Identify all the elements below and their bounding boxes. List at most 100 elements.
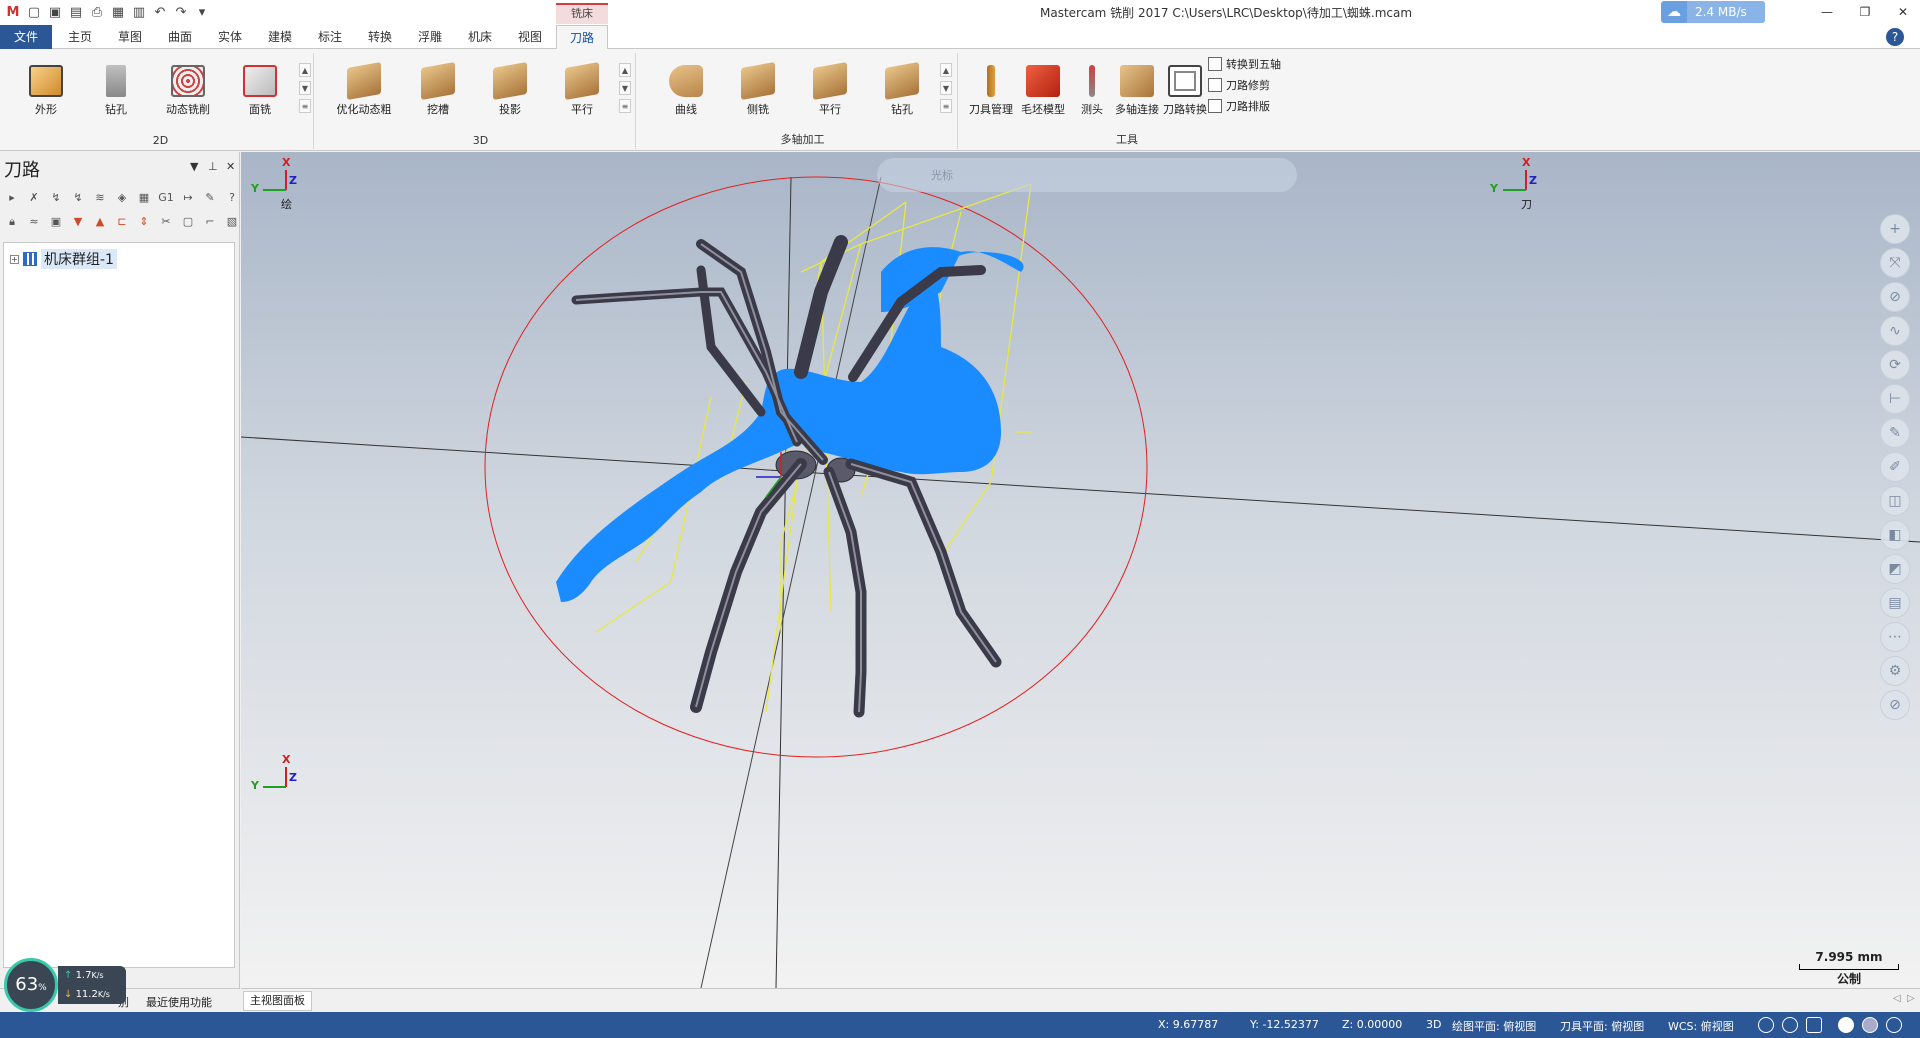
help-icon[interactable]: ? (1886, 28, 1904, 46)
restore-button[interactable]: ❐ (1850, 2, 1880, 22)
dynamic-mill-button[interactable]: 动态铣削 (158, 61, 218, 121)
gallery-ma-expand-arrow[interactable]: ≡ (940, 99, 952, 113)
move-down-icon[interactable]: ▼ (70, 214, 86, 230)
minimize-button[interactable]: — (1812, 2, 1842, 22)
globe-icon[interactable] (1758, 1017, 1774, 1033)
toggle-display-icon[interactable]: ≈ (26, 214, 42, 230)
backplot-icon[interactable]: ≋ (92, 190, 108, 206)
project-button[interactable]: 投影 (480, 61, 540, 121)
drill-2d-button[interactable]: 钻孔 (86, 61, 146, 121)
tab-relief[interactable]: 浮雕 (408, 25, 452, 49)
drill-multiaxis-button[interactable]: 钻孔 (872, 61, 932, 121)
tab-sketch[interactable]: 草图 (108, 25, 152, 49)
only-display-icon[interactable]: ✂ (158, 214, 174, 230)
tab-solids[interactable]: 实体 (208, 25, 252, 49)
show-selected-icon[interactable]: ▢ (180, 214, 196, 230)
simulate-icon[interactable]: ▦ (136, 190, 152, 206)
layers-tool-icon[interactable]: ◩ (1880, 554, 1910, 584)
toolpath-transform-button[interactable]: 刀路转换 (1158, 61, 1212, 121)
gallery-3d-expand-arrow[interactable]: ≡ (619, 99, 631, 113)
eraser-tool-icon[interactable]: ✐ (1880, 452, 1910, 482)
lock-icon[interactable]: 🔒︎ (4, 214, 20, 230)
undo-icon[interactable]: ↶ (151, 4, 169, 22)
cube-tool-icon[interactable]: ◧ (1880, 520, 1910, 550)
help-panel-icon[interactable]: ? (224, 190, 240, 206)
status-wcs[interactable]: WCS: 俯视图 (1668, 1018, 1734, 1034)
gallery-3d-down-arrow[interactable]: ▼ (619, 81, 631, 95)
regenerate-dirty-icon[interactable]: ↯ (70, 190, 86, 206)
save-as-icon[interactable]: ▦ (109, 4, 127, 22)
tab-scroll-left-icon[interactable]: ◁ (1893, 993, 1901, 1004)
new-file-icon[interactable]: ▢ (25, 4, 43, 22)
select-failed-icon[interactable]: ✗ (26, 190, 42, 206)
tool-manager-button[interactable]: 刀具管理 (964, 61, 1018, 121)
save-icon[interactable]: ▣ (46, 4, 64, 22)
select-all-icon[interactable]: ▸ (4, 190, 20, 206)
panel-menu-icon[interactable]: ▼ (190, 160, 198, 173)
tree-node-machine-group[interactable]: + 机床群组-1 (10, 249, 117, 269)
tab-machine[interactable]: 机床 (458, 25, 502, 49)
close-button[interactable]: ✕ (1888, 2, 1918, 22)
tab-home[interactable]: 主页 (58, 25, 102, 49)
shading-icon[interactable] (1838, 1017, 1854, 1033)
curve-tool-icon[interactable]: ∿ (1880, 316, 1910, 346)
face-button[interactable]: 面铣 (230, 61, 290, 121)
regenerate-icon[interactable]: ↯ (48, 190, 64, 206)
curve-button[interactable]: 曲线 (656, 61, 716, 121)
wireframe-icon[interactable] (1862, 1017, 1878, 1033)
folder-icon[interactable]: ▥ (130, 4, 148, 22)
open-icon[interactable]: ▤ (67, 4, 85, 22)
stock-model-button[interactable]: 毛坯模型 (1016, 61, 1070, 121)
post-g1-icon[interactable]: G1 (158, 190, 174, 206)
convert-5axis-button[interactable]: 转换到五轴 (1208, 55, 1281, 73)
grid-tool-icon[interactable]: ⋯ (1880, 622, 1910, 652)
gallery-3d-up-arrow[interactable]: ▲ (619, 63, 631, 77)
redo-icon[interactable]: ↷ (172, 4, 190, 22)
status-tplane[interactable]: 刀具平面: 俯视图 (1560, 1018, 1644, 1034)
post-icon[interactable]: ↦ (180, 190, 196, 206)
toolpath-display-icon[interactable]: ▧ (224, 214, 240, 230)
graphics-viewport[interactable]: 光标 X Y Z 绘 X Y Z 刀 X Y Z 7.995 mm 公制 + ⤧… (241, 152, 1920, 988)
translucency-icon[interactable] (1886, 1017, 1902, 1033)
gallery-down-arrow[interactable]: ▼ (299, 81, 311, 95)
display-icon[interactable] (1806, 1017, 1822, 1033)
insert-arrow-icon[interactable]: ⊏ (114, 214, 130, 230)
gallery-ma-down-arrow[interactable]: ▼ (940, 81, 952, 95)
tab-scroll-right-icon[interactable]: ▷ (1907, 993, 1915, 1004)
opti-rough-button[interactable]: 优化动态粗 (334, 61, 394, 121)
verify-icon[interactable]: ◈ (114, 190, 130, 206)
tab-transform[interactable]: 转换 (358, 25, 402, 49)
tab-view[interactable]: 视图 (508, 25, 552, 49)
rotate-tool-icon[interactable]: ⟳ (1880, 350, 1910, 380)
gallery-ma-up-arrow[interactable]: ▲ (940, 63, 952, 77)
customize-qat-icon[interactable]: ▾ (193, 4, 211, 22)
circle-tool-icon[interactable]: ⊘ (1880, 282, 1910, 312)
gallery-expand-arrow[interactable]: ≡ (299, 99, 311, 113)
tab-surfaces[interactable]: 曲面 (158, 25, 202, 49)
system-monitor-overlay[interactable]: ↑ 1.7K/s ↓ 11.2K/s 63% (4, 958, 126, 1012)
gallery-up-arrow[interactable]: ▲ (299, 63, 311, 77)
tab-drafting[interactable]: 标注 (308, 25, 352, 49)
pocket-3d-button[interactable]: 挖槽 (408, 61, 468, 121)
measure-tool-icon[interactable]: ⊢ (1880, 384, 1910, 414)
nesting-button[interactable]: 刀路排版 (1208, 97, 1270, 115)
multiaxis-link-button[interactable]: 多轴连接 (1110, 61, 1164, 121)
globe-2-icon[interactable] (1782, 1017, 1798, 1033)
contour-button[interactable]: 外形 (16, 61, 76, 121)
zoom-in-icon[interactable]: + (1880, 214, 1910, 244)
hide-icon[interactable]: ⌐ (202, 214, 218, 230)
axis-tool-icon[interactable]: ⤧ (1880, 248, 1910, 278)
view-toolbar[interactable]: 光标 (877, 158, 1297, 192)
app-logo-icon[interactable]: M (4, 4, 22, 22)
expand-collapse-icon[interactable]: ⇕ (136, 214, 152, 230)
status-gplane[interactable]: 绘图平面: 俯视图 (1452, 1018, 1536, 1034)
camera-tool-icon[interactable]: ◫ (1880, 486, 1910, 516)
expand-icon[interactable]: + (10, 254, 19, 264)
post-toggle-icon[interactable]: ▣ (48, 214, 64, 230)
trim-toolpath-button[interactable]: 刀路修剪 (1208, 76, 1270, 94)
highfeed-icon[interactable]: ✎ (202, 190, 218, 206)
tab-model-prep[interactable]: 建模 (258, 25, 302, 49)
status-mode[interactable]: 3D (1426, 1018, 1441, 1031)
swarf-button[interactable]: 侧铣 (728, 61, 788, 121)
parallel-3d-button[interactable]: 平行 (552, 61, 612, 121)
